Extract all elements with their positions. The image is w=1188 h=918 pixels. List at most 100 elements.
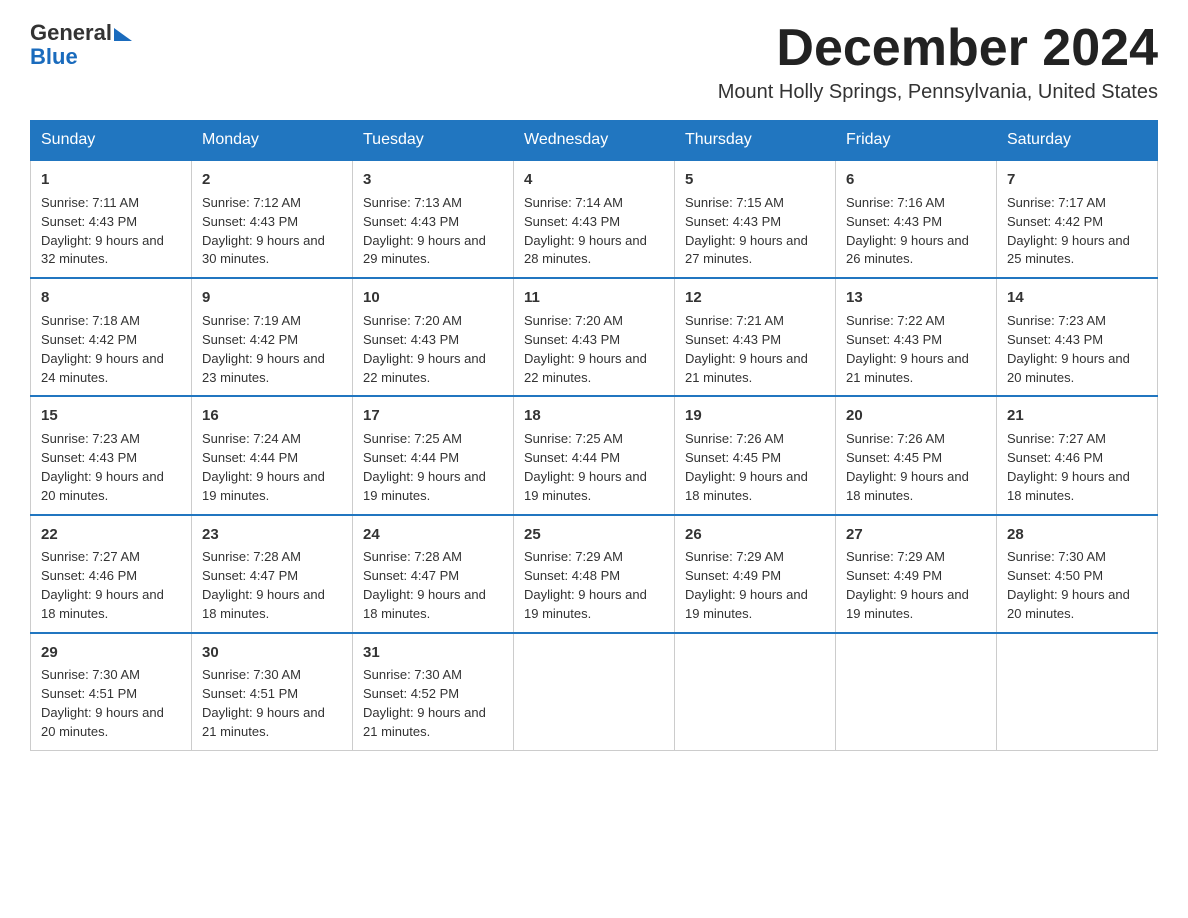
day-number: 2 — [202, 169, 342, 191]
calendar-cell: 15Sunrise: 7:23 AMSunset: 4:43 PMDayligh… — [31, 396, 192, 514]
calendar-cell: 31Sunrise: 7:30 AMSunset: 4:52 PMDayligh… — [353, 633, 514, 751]
day-number: 1 — [41, 169, 181, 191]
sunrise-text: Sunrise: 7:28 AM — [202, 549, 301, 564]
calendar-cell: 18Sunrise: 7:25 AMSunset: 4:44 PMDayligh… — [514, 396, 675, 514]
day-header-saturday: Saturday — [997, 121, 1158, 161]
daylight-text: Daylight: 9 hours and 18 minutes. — [846, 469, 969, 503]
sunset-text: Sunset: 4:42 PM — [202, 332, 298, 347]
calendar-cell: 30Sunrise: 7:30 AMSunset: 4:51 PMDayligh… — [192, 633, 353, 751]
daylight-text: Daylight: 9 hours and 20 minutes. — [41, 705, 164, 739]
calendar-cell: 29 Sunrise: 7:30 AM Sunset: 4:51 PM Dayligh… — [31, 633, 192, 751]
calendar-cell — [675, 633, 836, 751]
calendar-cell: 12Sunrise: 7:21 AMSunset: 4:43 PMDayligh… — [675, 278, 836, 396]
sunset-text: Sunset: 4:43 PM — [846, 332, 942, 347]
calendar-cell: 27Sunrise: 7:29 AMSunset: 4:49 PMDayligh… — [836, 515, 997, 633]
day-number: 25 — [524, 524, 664, 546]
sunrise-text: Sunrise: 7:27 AM — [41, 549, 140, 564]
day-number: 30 — [202, 642, 342, 664]
logo-blue-text: Blue — [30, 44, 78, 70]
daylight-text: Daylight: 9 hours and 27 minutes. — [685, 233, 808, 267]
day-number: 6 — [846, 169, 986, 191]
day-number: 22 — [41, 524, 181, 546]
sunrise-text: Sunrise: 7:13 AM — [363, 195, 462, 210]
daylight-text: Daylight: 9 hours and 23 minutes. — [202, 351, 325, 385]
calendar-cell: 2Sunrise: 7:12 AMSunset: 4:43 PMDaylight… — [192, 160, 353, 278]
logo: General Blue — [30, 20, 132, 70]
calendar-cell: 13Sunrise: 7:22 AMSunset: 4:43 PMDayligh… — [836, 278, 997, 396]
calendar-cell: 25Sunrise: 7:29 AMSunset: 4:48 PMDayligh… — [514, 515, 675, 633]
sunset-text: Sunset: 4:43 PM — [685, 332, 781, 347]
calendar-cell: 11Sunrise: 7:20 AMSunset: 4:43 PMDayligh… — [514, 278, 675, 396]
sunrise-text: Sunrise: 7:26 AM — [685, 431, 784, 446]
day-number: 24 — [363, 524, 503, 546]
logo-arrow-icon — [114, 28, 132, 41]
sunrise-text: Sunrise: 7:26 AM — [846, 431, 945, 446]
calendar-cell: 8Sunrise: 7:18 AMSunset: 4:42 PMDaylight… — [31, 278, 192, 396]
month-title: December 2024 — [718, 20, 1158, 77]
daylight-text: Daylight: 9 hours and 18 minutes. — [41, 587, 164, 621]
day-number: 17 — [363, 405, 503, 427]
day-header-tuesday: Tuesday — [353, 121, 514, 161]
calendar-week-row: 29 Sunrise: 7:30 AM Sunset: 4:51 PM Dayligh… — [31, 633, 1158, 751]
daylight-text: Daylight: 9 hours and 25 minutes. — [1007, 233, 1130, 267]
page-header: General Blue December 2024 Mount Holly S… — [30, 20, 1158, 104]
sunset-text: Sunset: 4:47 PM — [363, 568, 459, 583]
sunset-text: Sunset: 4:42 PM — [1007, 214, 1103, 229]
sunset-text: Sunset: 4:49 PM — [685, 568, 781, 583]
calendar-cell: 26Sunrise: 7:29 AMSunset: 4:49 PMDayligh… — [675, 515, 836, 633]
daylight-text: Daylight: 9 hours and 19 minutes. — [524, 469, 647, 503]
daylight-text: Daylight: 9 hours and 20 minutes. — [1007, 351, 1130, 385]
location-title: Mount Holly Springs, Pennsylvania, Unite… — [718, 81, 1158, 104]
calendar-table: SundayMondayTuesdayWednesdayThursdayFrid… — [30, 120, 1158, 751]
sunset-text: Sunset: 4:46 PM — [41, 568, 137, 583]
sunset-text: Sunset: 4:52 PM — [363, 686, 459, 701]
sunrise-text: Sunrise: 7:18 AM — [41, 313, 140, 328]
daylight-text: Daylight: 9 hours and 18 minutes. — [202, 587, 325, 621]
day-number: 14 — [1007, 287, 1147, 309]
sunset-text: Sunset: 4:51 PM — [202, 686, 298, 701]
day-number: 28 — [1007, 524, 1147, 546]
sunset-text: Sunset: 4:43 PM — [363, 332, 459, 347]
daylight-text: Daylight: 9 hours and 21 minutes. — [363, 705, 486, 739]
daylight-text: Daylight: 9 hours and 20 minutes. — [1007, 587, 1130, 621]
calendar-cell: 14Sunrise: 7:23 AMSunset: 4:43 PMDayligh… — [997, 278, 1158, 396]
sunset-text: Sunset: 4:43 PM — [202, 214, 298, 229]
sunrise-text: Sunrise: 7:20 AM — [363, 313, 462, 328]
sunrise-text: Sunrise: 7:14 AM — [524, 195, 623, 210]
daylight-text: Daylight: 9 hours and 32 minutes. — [41, 233, 164, 267]
sunrise-text: Sunrise: 7:29 AM — [685, 549, 784, 564]
calendar-week-row: 8Sunrise: 7:18 AMSunset: 4:42 PMDaylight… — [31, 278, 1158, 396]
sunrise-text: Sunrise: 7:30 AM — [363, 667, 462, 682]
sunset-text: Sunset: 4:51 PM — [41, 686, 137, 701]
sunrise-text: Sunrise: 7:15 AM — [685, 195, 784, 210]
calendar-cell: 6Sunrise: 7:16 AMSunset: 4:43 PMDaylight… — [836, 160, 997, 278]
title-section: December 2024 Mount Holly Springs, Penns… — [718, 20, 1158, 104]
sunset-text: Sunset: 4:43 PM — [41, 214, 137, 229]
day-number: 5 — [685, 169, 825, 191]
day-number: 3 — [363, 169, 503, 191]
day-number: 19 — [685, 405, 825, 427]
day-number: 20 — [846, 405, 986, 427]
calendar-cell: 20 Sunrise: 7:26 AM Sunset: 4:45 PM Dayligh… — [836, 396, 997, 514]
daylight-text: Daylight: 9 hours and 22 minutes. — [524, 351, 647, 385]
calendar-cell — [997, 633, 1158, 751]
daylight-text: Daylight: 9 hours and 21 minutes. — [685, 351, 808, 385]
day-header-monday: Monday — [192, 121, 353, 161]
day-header-friday: Friday — [836, 121, 997, 161]
daylight-text: Daylight: 9 hours and 18 minutes. — [1007, 469, 1130, 503]
day-number: 29 — [41, 642, 181, 664]
day-number: 27 — [846, 524, 986, 546]
daylight-text: Daylight: 9 hours and 26 minutes. — [846, 233, 969, 267]
sunset-text: Sunset: 4:44 PM — [202, 450, 298, 465]
day-number: 4 — [524, 169, 664, 191]
sunset-text: Sunset: 4:50 PM — [1007, 568, 1103, 583]
day-number: 7 — [1007, 169, 1147, 191]
sunrise-text: Sunrise: 7:30 AM — [41, 667, 140, 682]
calendar-week-row: 15Sunrise: 7:23 AMSunset: 4:43 PMDayligh… — [31, 396, 1158, 514]
day-number: 13 — [846, 287, 986, 309]
sunrise-text: Sunrise: 7:25 AM — [524, 431, 623, 446]
calendar-week-row: 22 Sunrise: 7:27 AM Sunset: 4:46 PM Dayligh… — [31, 515, 1158, 633]
sunset-text: Sunset: 4:45 PM — [846, 450, 942, 465]
sunrise-text: Sunrise: 7:11 AM — [41, 195, 139, 210]
daylight-text: Daylight: 9 hours and 24 minutes. — [41, 351, 164, 385]
